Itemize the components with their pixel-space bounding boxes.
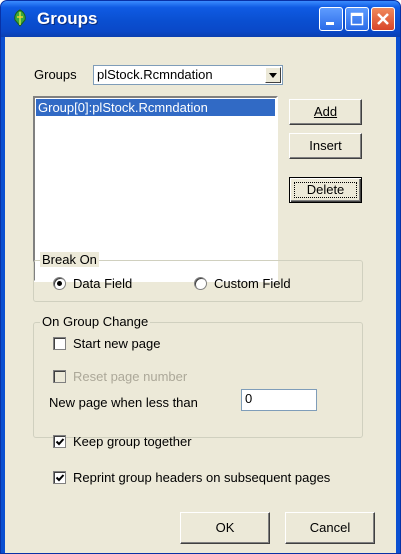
data-field-radio[interactable]: [53, 277, 66, 290]
reprint-group-headers-checkbox[interactable]: [53, 471, 66, 484]
delete-button[interactable]: Delete: [289, 177, 362, 203]
start-new-page-label[interactable]: Start new page: [73, 336, 160, 351]
minimize-icon: [326, 22, 334, 25]
groups-combobox-value: plStock.Rcmndation: [97, 67, 213, 82]
groups-combobox[interactable]: plStock.Rcmndation: [93, 65, 283, 85]
ok-button[interactable]: OK: [180, 512, 270, 544]
close-button[interactable]: [371, 7, 395, 31]
new-page-threshold-value: 0: [245, 391, 253, 406]
reprint-group-headers-label[interactable]: Reprint group headers on subsequent page…: [73, 470, 330, 485]
window-title: Groups: [37, 9, 98, 28]
custom-field-radio[interactable]: [194, 277, 207, 290]
insert-button[interactable]: Insert: [289, 133, 362, 159]
list-item[interactable]: Group[0]:plStock.Rcmndation: [36, 99, 275, 116]
add-button-label: Add: [313, 104, 338, 119]
add-button[interactable]: Add: [289, 99, 362, 125]
reset-page-number-label: Reset page number: [73, 369, 188, 384]
maximize-button[interactable]: [345, 7, 369, 31]
new-page-threshold-input[interactable]: 0: [241, 389, 317, 411]
app-icon: [14, 9, 26, 27]
on-group-change-title: On Group Change: [40, 314, 151, 329]
cancel-button-label: Cancel: [309, 520, 351, 535]
break-on-title: Break On: [40, 252, 99, 267]
maximize-icon: [350, 12, 364, 26]
checkmark-icon: [55, 438, 65, 446]
new-page-when-less-than-label: New page when less than: [49, 395, 198, 410]
checkmark-icon: [55, 474, 65, 482]
close-icon: [377, 13, 389, 25]
dialog-client-area: Groups plStock.Rcmndation Group[0]:plSto…: [5, 37, 396, 553]
reset-page-number-checkbox: [53, 370, 66, 383]
keep-group-together-checkbox[interactable]: [53, 435, 66, 448]
groups-label: Groups: [34, 67, 77, 82]
start-new-page-checkbox[interactable]: [53, 337, 66, 350]
data-field-label[interactable]: Data Field: [73, 276, 132, 291]
minimize-button[interactable]: [319, 7, 343, 31]
chevron-down-icon: [269, 73, 277, 78]
keep-group-together-label[interactable]: Keep group together: [73, 434, 192, 449]
groups-dialog: Groups Groups plStock.Rcmndation Group[0…: [0, 0, 401, 554]
focus-ring: [294, 182, 357, 198]
title-bar[interactable]: Groups: [1, 1, 400, 37]
custom-field-label[interactable]: Custom Field: [214, 276, 291, 291]
combobox-dropdown-button[interactable]: [265, 67, 281, 83]
cancel-button[interactable]: Cancel: [285, 512, 375, 544]
ok-button-label: OK: [215, 520, 235, 535]
radio-selected-dot: [57, 281, 62, 286]
insert-button-label: Insert: [309, 138, 342, 153]
